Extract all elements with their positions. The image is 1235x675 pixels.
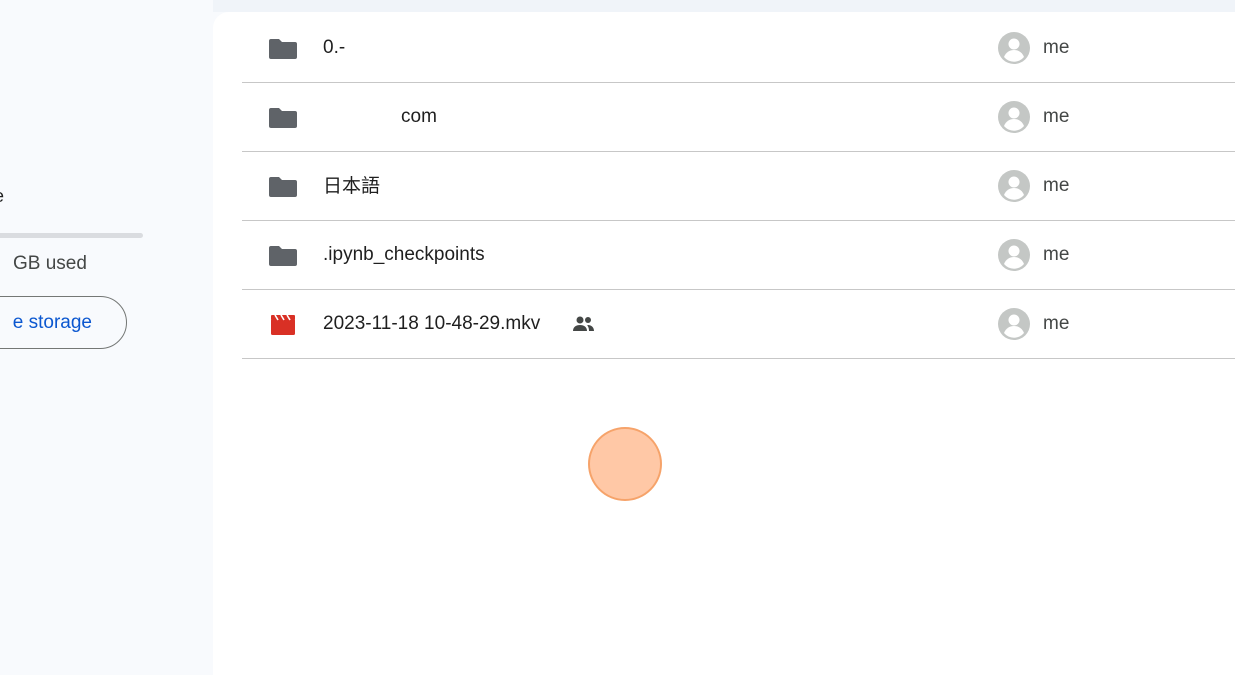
- folder-icon: [269, 39, 297, 59]
- account-circle-icon: [998, 101, 1030, 133]
- folder-icon: [269, 246, 297, 266]
- account-circle-icon: [998, 308, 1030, 340]
- file-name[interactable]: 2023-11-18 10-48-29.mkv: [323, 290, 540, 358]
- file-owner: me: [1043, 313, 1070, 334]
- storage-label: e: [0, 186, 10, 207]
- file-list: 0.- me com me 日本語 me .ipynb_checkpoints …: [242, 14, 1235, 359]
- file-owner: me: [1043, 244, 1070, 265]
- file-list-panel: 0.- me com me 日本語 me .ipynb_checkpoints …: [213, 12, 1235, 675]
- file-name[interactable]: 0.-: [323, 14, 345, 82]
- storage-used-text: GB used: [13, 253, 87, 274]
- account-circle-icon: [998, 239, 1030, 271]
- sidebar: e GB used e storage: [0, 0, 213, 675]
- file-owner: me: [1043, 175, 1070, 196]
- folder-icon: [269, 177, 297, 197]
- get-more-storage-button[interactable]: e storage: [0, 296, 127, 349]
- file-row[interactable]: 0.- me: [242, 14, 1235, 83]
- file-row[interactable]: 日本語 me: [242, 152, 1235, 221]
- folder-icon: [269, 108, 297, 128]
- file-name[interactable]: .ipynb_checkpoints: [323, 221, 485, 289]
- shared-people-icon: [573, 316, 594, 331]
- file-owner: me: [1043, 37, 1070, 58]
- account-circle-icon: [998, 32, 1030, 64]
- file-owner: me: [1043, 106, 1070, 127]
- account-circle-icon: [998, 170, 1030, 202]
- file-name[interactable]: 日本語: [323, 152, 380, 220]
- video-file-icon: [271, 314, 295, 335]
- file-row[interactable]: 2023-11-18 10-48-29.mkv me: [242, 290, 1235, 359]
- file-row[interactable]: .ipynb_checkpoints me: [242, 221, 1235, 290]
- cursor-highlight: [588, 427, 662, 501]
- file-name[interactable]: com: [401, 83, 437, 151]
- storage-usage-bar: [0, 233, 143, 238]
- file-row[interactable]: com me: [242, 83, 1235, 152]
